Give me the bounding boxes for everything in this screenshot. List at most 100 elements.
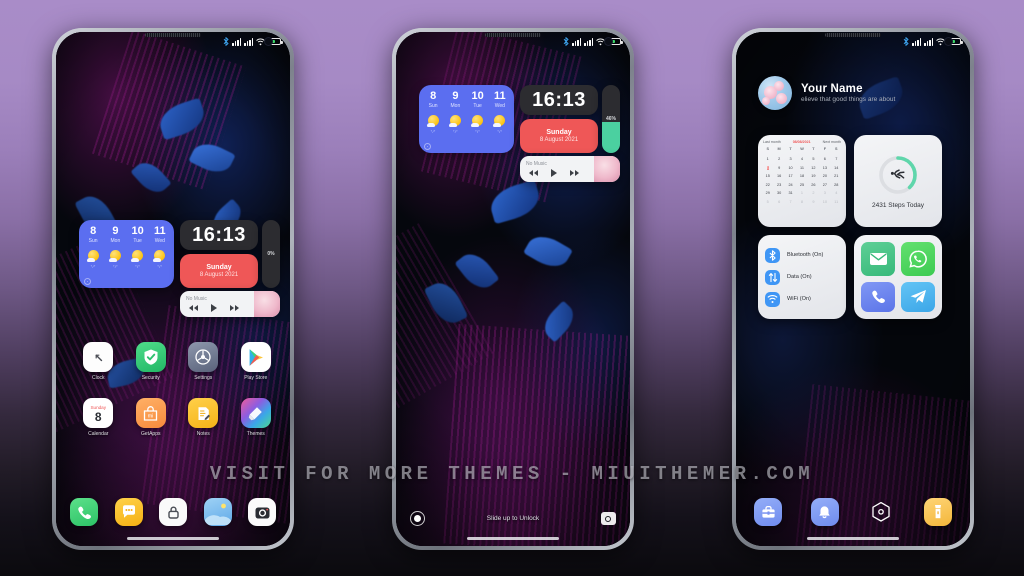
- calendar-cell[interactable]: 21: [831, 173, 842, 180]
- app-getapps[interactable]: mi GetApps: [125, 398, 178, 437]
- calendar-cell[interactable]: 1: [796, 190, 807, 197]
- calendar-cell[interactable]: 25: [796, 182, 807, 189]
- telegram-icon[interactable]: [901, 281, 935, 312]
- calendar-cell[interactable]: 10: [785, 165, 796, 172]
- calendar-cell[interactable]: 2: [808, 190, 819, 197]
- forward-icon[interactable]: [230, 305, 239, 311]
- flashlight-icon[interactable]: [923, 498, 952, 526]
- calendar-cell[interactable]: 29: [762, 190, 773, 197]
- calendar-cell[interactable]: 13: [819, 165, 830, 172]
- calendar-cell[interactable]: 4: [831, 190, 842, 197]
- weather-widget[interactable]: 8 Sun °/° 9 Mon °/° 10 Tue °/° 11 Wed °/…: [79, 220, 174, 288]
- profile-header[interactable]: Your Name elieve that good things are ab…: [758, 76, 895, 110]
- hexagon-icon[interactable]: [867, 498, 895, 526]
- calendar-cell[interactable]: 16: [773, 173, 784, 180]
- bell-icon[interactable]: [810, 498, 839, 526]
- calendar-cell[interactable]: 7: [785, 199, 796, 206]
- gallery-icon[interactable]: [203, 498, 232, 526]
- music-widget[interactable]: No Music: [520, 156, 620, 182]
- date-widget[interactable]: Sunday 8 August 2021: [180, 254, 258, 288]
- rewind-icon[interactable]: [529, 170, 538, 176]
- calendar-widget[interactable]: Last month 08/08/2021 Next month S M T W T F S…: [758, 135, 846, 227]
- date-widget[interactable]: Sunday 8 August 2021: [520, 119, 598, 153]
- calendar-cell[interactable]: 24: [785, 182, 796, 189]
- calendar-cell[interactable]: 27: [819, 182, 830, 189]
- calendar-grid[interactable]: S M T W T F S 1 2 3 4 5 6 7 8 9 10 11 12 13 14 15 16 17 18 19 20 21…: [758, 146, 846, 210]
- calendar-cell[interactable]: 9: [808, 199, 819, 206]
- calendar-cell[interactable]: 1: [762, 156, 773, 163]
- weather-day-name: Mon: [450, 102, 461, 109]
- calendar-cell[interactable]: 12: [808, 165, 819, 172]
- home-indicator[interactable]: [127, 537, 219, 540]
- play-icon[interactable]: [551, 169, 557, 177]
- app-settings[interactable]: Settings: [177, 342, 230, 381]
- clock-widget[interactable]: 16:13: [180, 220, 258, 250]
- calendar-cell[interactable]: 14: [831, 165, 842, 172]
- music-widget[interactable]: No Music: [180, 291, 280, 317]
- calendar-cell[interactable]: 11: [831, 199, 842, 206]
- toggle-data[interactable]: Data (On): [765, 269, 839, 285]
- social-widget[interactable]: [854, 235, 942, 319]
- calendar-cell[interactable]: 30: [773, 190, 784, 197]
- calendar-cell[interactable]: 3: [819, 190, 830, 197]
- calendar-cell[interactable]: 26: [808, 182, 819, 189]
- weather-widget[interactable]: 8 Sun °/° 9 Mon °/° 10 Tue °/° 11 Wed °/…: [419, 85, 514, 153]
- calendar-cell[interactable]: 6: [773, 199, 784, 206]
- whatsapp-icon[interactable]: [901, 242, 935, 276]
- flashlight-ring-icon[interactable]: [410, 511, 425, 526]
- app-themes[interactable]: Themes: [230, 398, 283, 437]
- calendar-today[interactable]: 8: [766, 165, 769, 170]
- calendar-cell[interactable]: 9: [773, 165, 784, 172]
- calendar-cell[interactable]: 2: [773, 156, 784, 163]
- battery-widget[interactable]: 46%: [602, 85, 620, 153]
- play-icon[interactable]: [211, 304, 217, 312]
- toggles-widget[interactable]: Bluetooth (On) Data (On) WiFi (On): [758, 235, 846, 319]
- gear-icon[interactable]: [84, 278, 91, 285]
- forward-icon[interactable]: [570, 170, 579, 176]
- calendar-cell[interactable]: 4: [796, 156, 807, 163]
- clock-widget[interactable]: 16:13: [520, 85, 598, 115]
- avatar[interactable]: [758, 76, 792, 110]
- camera-icon[interactable]: [600, 512, 616, 525]
- app-play-store[interactable]: Play Store: [230, 342, 283, 381]
- gear-icon[interactable]: [424, 143, 431, 150]
- calendar-cell[interactable]: 5: [762, 199, 773, 206]
- camera-icon[interactable]: [248, 498, 276, 526]
- phone-icon[interactable]: [70, 498, 98, 526]
- mail-icon[interactable]: [861, 242, 895, 276]
- calendar-cell[interactable]: 10: [819, 199, 830, 206]
- calendar-cell[interactable]: 17: [785, 173, 796, 180]
- steps-widget[interactable]: 2431 Steps Today: [854, 135, 942, 227]
- phone-icon[interactable]: [861, 281, 895, 312]
- toggle-bluetooth[interactable]: Bluetooth (On): [765, 247, 839, 263]
- calendar-cell[interactable]: 7: [831, 156, 842, 163]
- home-indicator[interactable]: [467, 537, 559, 540]
- calendar-cell[interactable]: 3: [785, 156, 796, 163]
- app-calendar[interactable]: Sunday 8 Calendar: [72, 398, 125, 437]
- toolbox-icon[interactable]: [754, 498, 782, 526]
- calendar-cell[interactable]: 23: [773, 182, 784, 189]
- toggle-wifi[interactable]: WiFi (On): [765, 291, 839, 307]
- calendar-cell[interactable]: 8: [796, 199, 807, 206]
- battery-widget[interactable]: 0%: [262, 220, 280, 288]
- calendar-prev-label[interactable]: Last month: [763, 140, 781, 144]
- app-clock[interactable]: Clock: [72, 342, 125, 381]
- calendar-cell[interactable]: 20: [819, 173, 830, 180]
- calendar-cell[interactable]: 28: [831, 182, 842, 189]
- lock-icon[interactable]: [159, 498, 187, 526]
- calendar-cell[interactable]: 18: [796, 173, 807, 180]
- calendar-cell[interactable]: 22: [762, 182, 773, 189]
- calendar-cell[interactable]: 19: [808, 173, 819, 180]
- app-security[interactable]: Security: [125, 342, 178, 381]
- app-notes[interactable]: Notes: [177, 398, 230, 437]
- rewind-icon[interactable]: [189, 305, 198, 311]
- calendar-cell[interactable]: 11: [796, 165, 807, 172]
- calendar-cell[interactable]: 15: [762, 173, 773, 180]
- calendar-next-label[interactable]: Next month: [823, 140, 841, 144]
- calendar-cell[interactable]: 8: [762, 165, 773, 172]
- message-icon[interactable]: [114, 498, 143, 526]
- home-indicator[interactable]: [807, 537, 899, 540]
- calendar-cell[interactable]: 5: [808, 156, 819, 163]
- calendar-cell[interactable]: 31: [785, 190, 796, 197]
- calendar-cell[interactable]: 6: [819, 156, 830, 163]
